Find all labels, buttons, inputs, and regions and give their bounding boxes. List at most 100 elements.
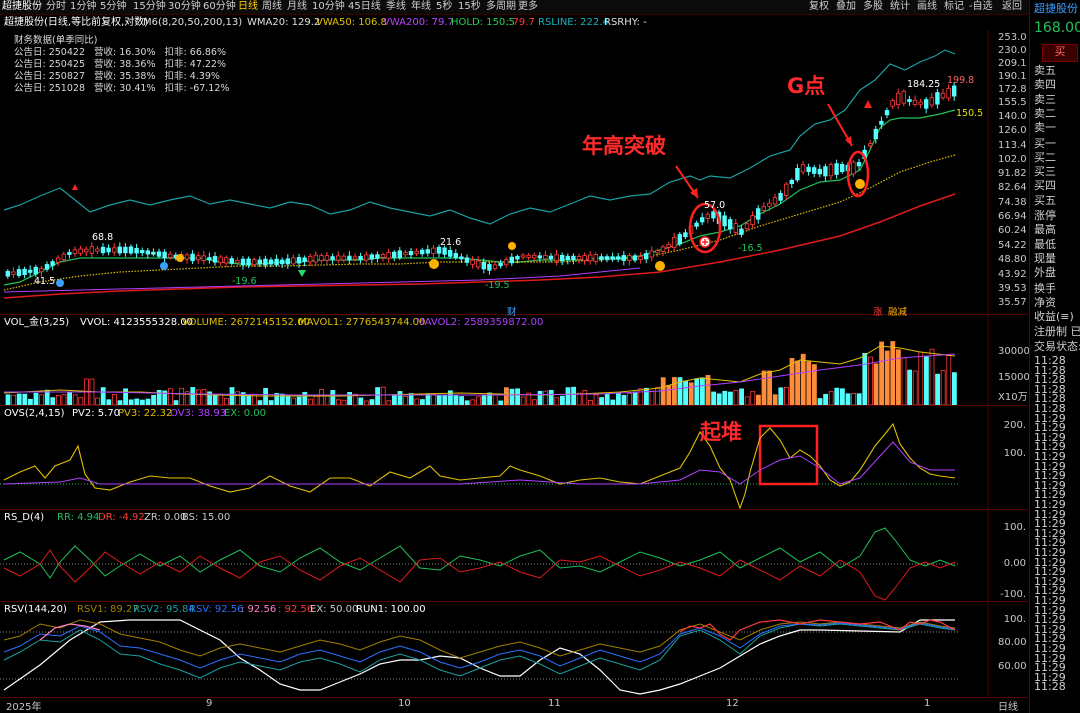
signal-circle-icon bbox=[56, 279, 64, 287]
volume-bar bbox=[100, 387, 106, 406]
price-axis-tick: 102.0 bbox=[998, 154, 1027, 165]
ovs-panel-title: OVS(2,4,15) bbox=[4, 408, 65, 419]
candle bbox=[436, 246, 442, 254]
candle bbox=[599, 256, 604, 260]
volume-bar bbox=[375, 387, 381, 406]
volume-bar bbox=[744, 396, 750, 406]
candle bbox=[89, 246, 94, 254]
volume-bar bbox=[924, 355, 929, 406]
vwa50-line bbox=[3, 154, 956, 291]
volume-bar bbox=[39, 394, 44, 406]
price-axis-tick: 230.0 bbox=[998, 45, 1027, 56]
candle bbox=[375, 254, 380, 259]
candle bbox=[408, 251, 414, 256]
volume-bar bbox=[879, 341, 884, 406]
candle bbox=[453, 253, 458, 259]
rsd-panel-title: RS_D(4) bbox=[4, 512, 45, 523]
price-axis-tick: 113.4 bbox=[998, 140, 1027, 151]
candle bbox=[459, 256, 464, 260]
annotation-g-point: G点 bbox=[787, 74, 826, 98]
volume-bar bbox=[16, 393, 22, 406]
candle bbox=[879, 120, 884, 125]
candle bbox=[341, 255, 346, 261]
buy-level: 买二 bbox=[1034, 150, 1056, 164]
sell-level: 卖五 bbox=[1034, 64, 1056, 77]
signal-arrow-icon bbox=[429, 259, 439, 269]
candle bbox=[733, 223, 738, 233]
volume-bar bbox=[716, 393, 722, 406]
candle bbox=[700, 217, 705, 223]
quote-stat: 收益(≡) bbox=[1034, 310, 1074, 324]
vwa200-line bbox=[3, 193, 956, 299]
volume-bar bbox=[638, 388, 644, 406]
x-axis-label: 12 bbox=[726, 698, 739, 709]
vol-unit: X10万 bbox=[998, 392, 1028, 403]
candle bbox=[268, 259, 274, 265]
candle bbox=[190, 253, 195, 262]
candle bbox=[812, 167, 817, 174]
candle bbox=[397, 250, 402, 258]
volume-bar bbox=[358, 397, 364, 406]
candle bbox=[50, 261, 55, 266]
candle bbox=[22, 268, 27, 275]
price-axis-tick: 66.94 bbox=[998, 211, 1027, 222]
rsv2-label: RSV2: 95.84 bbox=[133, 604, 195, 615]
price-axis-tick: 91.82 bbox=[998, 168, 1027, 179]
volume-bar bbox=[95, 397, 100, 406]
candle bbox=[744, 223, 750, 230]
candle bbox=[263, 258, 268, 266]
rsv-label: RSV: 92.56 bbox=[189, 604, 244, 615]
buy-button[interactable]: 买 bbox=[1042, 44, 1078, 62]
candle bbox=[16, 269, 22, 276]
volume-bar bbox=[711, 391, 716, 406]
quote-stat: 涨停 bbox=[1034, 209, 1056, 222]
volume-bar bbox=[190, 387, 196, 406]
sell-level: 卖三 bbox=[1034, 92, 1056, 106]
volume-bar bbox=[840, 388, 845, 406]
volume-bar bbox=[733, 390, 739, 406]
ovs-ov3-label: OV3: 38.93 bbox=[170, 408, 227, 419]
volume-bar bbox=[296, 396, 302, 406]
candle bbox=[868, 143, 873, 147]
candle bbox=[391, 251, 397, 258]
candle bbox=[560, 254, 565, 262]
candle bbox=[279, 259, 285, 265]
volume-bar bbox=[235, 391, 241, 406]
volume-bar bbox=[604, 393, 610, 406]
panel-divider bbox=[0, 405, 1028, 406]
candle bbox=[487, 263, 492, 271]
rsv-run-line bbox=[3, 619, 955, 695]
candle bbox=[672, 237, 677, 249]
rsv-panel-title: RSV(144,20) bbox=[4, 604, 67, 615]
sidebar-price: 168.00 bbox=[1034, 20, 1080, 36]
volume-bar bbox=[397, 391, 403, 406]
volume-bar bbox=[823, 393, 828, 406]
price-axis-tick: 126.0 bbox=[998, 125, 1027, 136]
price-axis-tick: 35.57 bbox=[998, 297, 1027, 308]
candle bbox=[800, 164, 806, 173]
volume-bar bbox=[935, 373, 940, 406]
volume-bar bbox=[481, 394, 487, 406]
vvol-label: VVOL: 4123555328.00 bbox=[80, 317, 194, 328]
volume-bar bbox=[700, 377, 705, 406]
volume-bar bbox=[890, 341, 896, 406]
candle bbox=[767, 202, 772, 207]
candle bbox=[419, 249, 425, 255]
candle bbox=[425, 249, 430, 254]
candle bbox=[761, 206, 766, 211]
candle bbox=[520, 254, 526, 258]
volume-bar bbox=[778, 387, 784, 406]
volume-bar bbox=[313, 395, 319, 406]
rsv-ex-label: EX: 50.00 bbox=[310, 604, 359, 615]
volume-bar bbox=[537, 390, 543, 406]
candle bbox=[929, 97, 934, 106]
candle bbox=[946, 88, 951, 99]
candle bbox=[739, 228, 744, 235]
sidebar-stock-name: 超捷股份 bbox=[1034, 2, 1078, 15]
volume-bar bbox=[828, 391, 834, 406]
x-axis-period[interactable]: 日线 bbox=[998, 698, 1018, 713]
volume-bar bbox=[621, 394, 627, 406]
rsd-axis-tick: -100. bbox=[1000, 589, 1026, 600]
candle bbox=[257, 259, 262, 265]
signal-down-triangle-icon bbox=[298, 270, 306, 277]
